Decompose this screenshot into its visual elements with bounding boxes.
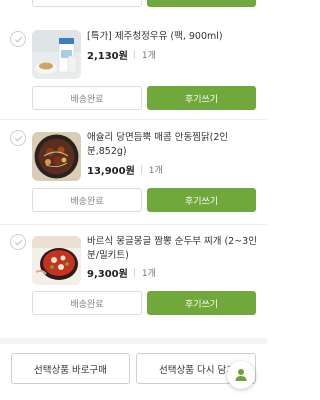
product-name[interactable]: 바르식 몽글몽글 짬뽕 순두부 찌개 (2~3인분/밀키트) [87, 235, 259, 263]
write-review-button[interactable]: 후기쓰기 [147, 86, 256, 110]
price-divider [133, 268, 135, 277]
product-price: 2,130원 [87, 51, 128, 62]
buy-selected-button[interactable]: 선택상품 바로구매 [11, 353, 130, 384]
product-name[interactable]: [특가] 제주청정우유 (팩, 900ml) [87, 30, 259, 44]
delivered-button[interactable]: 배송완료 [32, 188, 142, 212]
product-name[interactable]: 애슐리 당면듬뿍 매콤 안동찜닭(2인분,852g) [87, 131, 259, 159]
price-divider [140, 165, 142, 174]
previous-review-button[interactable] [147, 0, 256, 7]
item-divider [0, 224, 267, 225]
product-price: 9,300원 [87, 269, 128, 280]
product-image [32, 30, 81, 79]
item-select-checkbox[interactable] [10, 234, 26, 250]
check-icon [14, 135, 22, 142]
write-review-button[interactable]: 후기쓰기 [147, 291, 256, 315]
write-review-button[interactable]: 후기쓰기 [147, 188, 256, 212]
check-icon [14, 239, 22, 246]
product-price: 13,900원 [87, 166, 135, 177]
price-divider [133, 50, 135, 59]
product-quantity: 1개 [141, 269, 156, 279]
product-image [32, 132, 81, 181]
product-quantity: 1개 [148, 166, 163, 176]
previous-delivered-button[interactable] [32, 0, 142, 7]
person-icon [235, 369, 247, 381]
item-select-checkbox[interactable] [10, 31, 26, 47]
check-icon [14, 36, 22, 43]
previous-item-button-row [0, 0, 267, 8]
item-divider [0, 119, 267, 120]
price-row: 13,900원 1개 [87, 162, 163, 177]
product-quantity: 1개 [141, 51, 156, 61]
price-row: 2,130원 1개 [87, 47, 156, 62]
product-image [32, 236, 81, 285]
delivered-button[interactable]: 배송완료 [32, 86, 142, 110]
price-row: 9,300원 1개 [87, 265, 156, 280]
item-select-checkbox[interactable] [10, 130, 26, 146]
delivered-button[interactable]: 배송완료 [32, 291, 142, 315]
floating-profile-button[interactable] [227, 361, 255, 389]
